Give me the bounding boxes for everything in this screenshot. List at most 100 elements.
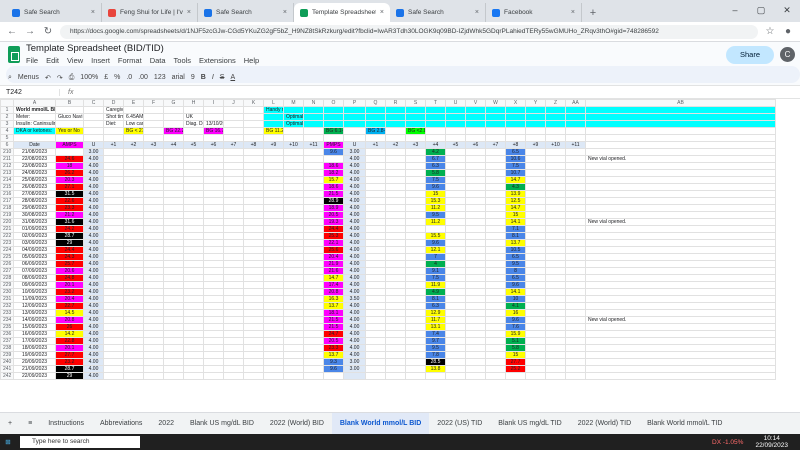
- cell[interactable]: BG 11.2-16.6: [263, 127, 284, 135]
- cell[interactable]: 20/09/2023: [13, 358, 56, 366]
- column-title[interactable]: +9: [263, 141, 284, 149]
- cell[interactable]: [123, 134, 144, 142]
- cell[interactable]: [243, 176, 264, 184]
- cell[interactable]: 4.00: [343, 330, 366, 338]
- cell[interactable]: [123, 330, 144, 338]
- cell[interactable]: [263, 358, 284, 366]
- cell[interactable]: [385, 120, 406, 128]
- cell[interactable]: 13.7: [505, 239, 526, 247]
- cell[interactable]: [385, 344, 406, 352]
- cell[interactable]: [303, 162, 324, 170]
- cell[interactable]: [445, 225, 466, 233]
- cell[interactable]: [283, 281, 304, 289]
- cell[interactable]: 29: [55, 372, 84, 380]
- cell[interactable]: [445, 281, 466, 289]
- row-number[interactable]: 210: [0, 148, 14, 156]
- column-title[interactable]: +4: [425, 141, 446, 149]
- cell[interactable]: [103, 211, 124, 219]
- cell[interactable]: [143, 274, 164, 282]
- cell[interactable]: [445, 358, 466, 366]
- column-header[interactable]: Q: [365, 99, 386, 107]
- cell[interactable]: [545, 344, 566, 352]
- cell[interactable]: [405, 106, 426, 114]
- cell[interactable]: [163, 211, 184, 219]
- row-number[interactable]: 217: [0, 197, 14, 205]
- cell[interactable]: 13.7: [323, 302, 344, 310]
- cell[interactable]: [263, 225, 284, 233]
- menu-insert[interactable]: Insert: [91, 56, 110, 65]
- cell[interactable]: [465, 337, 486, 345]
- cell[interactable]: 4.3: [505, 183, 526, 191]
- cell[interactable]: [183, 106, 204, 114]
- cell[interactable]: 18: [55, 162, 84, 170]
- cell[interactable]: [103, 134, 124, 142]
- cell[interactable]: [163, 106, 184, 114]
- cell[interactable]: 24/08/2023: [13, 169, 56, 177]
- cell[interactable]: [365, 239, 386, 247]
- cell[interactable]: [163, 148, 184, 156]
- row-number[interactable]: 215: [0, 183, 14, 191]
- cell[interactable]: [183, 239, 204, 247]
- cell[interactable]: [445, 344, 466, 352]
- cell[interactable]: [283, 351, 304, 359]
- cell[interactable]: [365, 148, 386, 156]
- menu-file[interactable]: File: [26, 56, 38, 65]
- column-header[interactable]: L: [263, 99, 284, 107]
- cell[interactable]: [263, 190, 284, 198]
- cell[interactable]: [283, 337, 304, 345]
- row-number[interactable]: 233: [0, 309, 14, 317]
- cell[interactable]: [123, 323, 144, 331]
- column-title[interactable]: +5: [183, 141, 204, 149]
- cell[interactable]: [405, 183, 426, 191]
- cell[interactable]: [365, 288, 386, 296]
- cell[interactable]: [365, 260, 386, 268]
- cell[interactable]: [143, 190, 164, 198]
- row-number[interactable]: 211: [0, 155, 14, 163]
- cell[interactable]: [283, 323, 304, 331]
- cell[interactable]: 24.7: [323, 330, 344, 338]
- cell[interactable]: [545, 155, 566, 163]
- cell[interactable]: [343, 106, 366, 114]
- row-number[interactable]: 3: [0, 120, 14, 128]
- cell[interactable]: [103, 176, 124, 184]
- cell[interactable]: [425, 106, 446, 114]
- cell[interactable]: [585, 302, 776, 310]
- cell[interactable]: [303, 323, 324, 331]
- cell[interactable]: [465, 204, 486, 212]
- cell[interactable]: [103, 344, 124, 352]
- cell[interactable]: 18.2: [323, 169, 344, 177]
- cell[interactable]: 21.9: [323, 260, 344, 268]
- cell[interactable]: [545, 274, 566, 282]
- add-sheet-icon[interactable]: +: [0, 413, 20, 435]
- column-header[interactable]: X: [505, 99, 526, 107]
- cell[interactable]: [565, 365, 586, 373]
- cell[interactable]: 9.6: [425, 183, 446, 191]
- cell[interactable]: [123, 169, 144, 177]
- cell[interactable]: [263, 134, 284, 142]
- column-title[interactable]: PMPS: [323, 141, 344, 149]
- cell[interactable]: [103, 246, 124, 254]
- cell[interactable]: [223, 106, 244, 114]
- cell[interactable]: 6.3: [425, 162, 446, 170]
- cell[interactable]: 6.5: [505, 274, 526, 282]
- browser-tab[interactable]: Safe Search ×: [6, 3, 102, 22]
- cell[interactable]: 6.5: [505, 148, 526, 156]
- cell[interactable]: [203, 358, 224, 366]
- cell[interactable]: 16: [505, 309, 526, 317]
- cell[interactable]: 28.5: [425, 358, 446, 366]
- cell[interactable]: [263, 281, 284, 289]
- cell[interactable]: [565, 162, 586, 170]
- cell[interactable]: [303, 253, 324, 261]
- cell[interactable]: 14.1: [505, 288, 526, 296]
- cell[interactable]: [365, 113, 386, 121]
- cell[interactable]: [545, 330, 566, 338]
- bold-button[interactable]: B: [201, 74, 206, 81]
- cell[interactable]: [545, 260, 566, 268]
- cell[interactable]: [223, 253, 244, 261]
- cell[interactable]: 4.00: [343, 197, 366, 205]
- cell[interactable]: 10: [505, 295, 526, 303]
- cell[interactable]: 25.6: [323, 246, 344, 254]
- cell[interactable]: [445, 183, 466, 191]
- cell[interactable]: [323, 113, 344, 121]
- browser-tab[interactable]: Safe Search ×: [390, 3, 486, 22]
